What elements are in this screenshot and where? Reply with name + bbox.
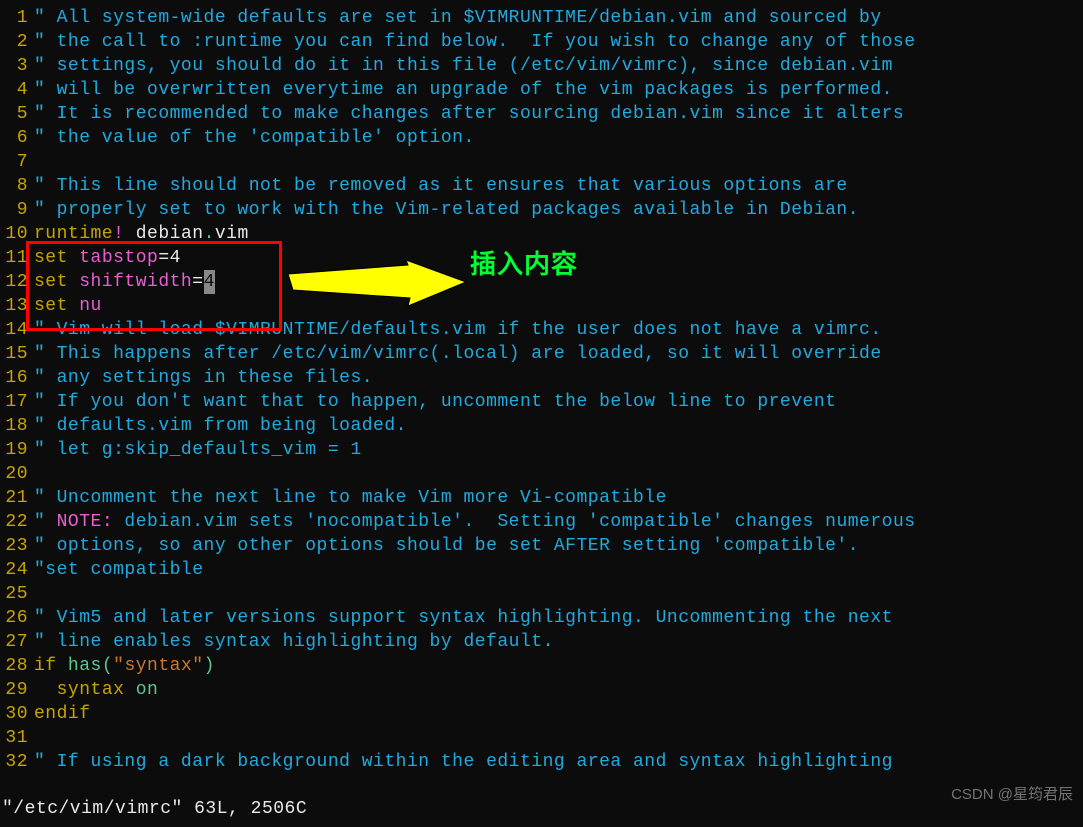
line-number: 8 [0, 174, 28, 198]
code-line[interactable]: 24"set compatible [0, 558, 1083, 582]
code-content [28, 150, 34, 174]
code-line[interactable]: 27" line enables syntax highlighting by … [0, 630, 1083, 654]
code-line[interactable]: 4" will be overwritten everytime an upgr… [0, 78, 1083, 102]
code-content: " It is recommended to make changes afte… [28, 102, 904, 126]
line-number: 31 [0, 726, 28, 750]
code-content: runtime! debian.vim [28, 222, 249, 246]
line-number: 29 [0, 678, 28, 702]
code-content: " Vim5 and later versions support syntax… [28, 606, 893, 630]
line-number: 12 [0, 270, 28, 294]
code-content: " Vim will load $VIMRUNTIME/defaults.vim… [28, 318, 882, 342]
line-number: 17 [0, 390, 28, 414]
line-number: 23 [0, 534, 28, 558]
code-line[interactable]: 11set tabstop=4 [0, 246, 1083, 270]
line-number: 9 [0, 198, 28, 222]
code-line[interactable]: 16" any settings in these files. [0, 366, 1083, 390]
code-line[interactable]: 18" defaults.vim from being loaded. [0, 414, 1083, 438]
line-number: 5 [0, 102, 28, 126]
code-content: " settings, you should do it in this fil… [28, 54, 893, 78]
code-line[interactable]: 25 [0, 582, 1083, 606]
code-content: " let g:skip_defaults_vim = 1 [28, 438, 362, 462]
code-line[interactable]: 32" If using a dark background within th… [0, 750, 1083, 774]
code-line[interactable]: 5" It is recommended to make changes aft… [0, 102, 1083, 126]
line-number: 13 [0, 294, 28, 318]
code-line[interactable]: 21" Uncomment the next line to make Vim … [0, 486, 1083, 510]
line-number: 20 [0, 462, 28, 486]
code-content: " properly set to work with the Vim-rela… [28, 198, 859, 222]
code-content [28, 726, 34, 750]
code-content: " NOTE: debian.vim sets 'nocompatible'. … [28, 510, 916, 534]
code-content: " If you don't want that to happen, unco… [28, 390, 836, 414]
code-line[interactable]: 30endif [0, 702, 1083, 726]
code-content: syntax on [28, 678, 158, 702]
watermark-text: CSDN @星筠君辰 [951, 783, 1073, 807]
code-line[interactable]: 8" This line should not be removed as it… [0, 174, 1083, 198]
code-line[interactable]: 12set shiftwidth=4 [0, 270, 1083, 294]
code-content: endif [28, 702, 91, 726]
code-content: " any settings in these files. [28, 366, 373, 390]
line-number: 14 [0, 318, 28, 342]
line-number: 3 [0, 54, 28, 78]
line-number: 7 [0, 150, 28, 174]
code-content: " defaults.vim from being loaded. [28, 414, 407, 438]
line-number: 25 [0, 582, 28, 606]
line-number: 27 [0, 630, 28, 654]
code-line[interactable]: 23" options, so any other options should… [0, 534, 1083, 558]
line-number: 15 [0, 342, 28, 366]
code-content: " Uncomment the next line to make Vim mo… [28, 486, 667, 510]
code-content: " the value of the 'compatible' option. [28, 126, 475, 150]
code-content: " options, so any other options should b… [28, 534, 859, 558]
line-number: 32 [0, 750, 28, 774]
vim-status-line: "/etc/vim/vimrc" 63L, 2506C [2, 797, 307, 821]
code-content: " the call to :runtime you can find belo… [28, 30, 916, 54]
line-number: 26 [0, 606, 28, 630]
line-number: 16 [0, 366, 28, 390]
line-number: 30 [0, 702, 28, 726]
code-line[interactable]: 1" All system-wide defaults are set in $… [0, 6, 1083, 30]
code-line[interactable]: 31 [0, 726, 1083, 750]
code-line[interactable]: 28if has("syntax") [0, 654, 1083, 678]
line-number: 18 [0, 414, 28, 438]
code-line[interactable]: 3" settings, you should do it in this fi… [0, 54, 1083, 78]
code-content: if has("syntax") [28, 654, 215, 678]
line-number: 11 [0, 246, 28, 270]
code-content: " will be overwritten everytime an upgra… [28, 78, 893, 102]
code-line[interactable]: 7 [0, 150, 1083, 174]
line-number: 28 [0, 654, 28, 678]
line-number: 1 [0, 6, 28, 30]
code-content: " All system-wide defaults are set in $V… [28, 6, 882, 30]
vim-editor[interactable]: 1" All system-wide defaults are set in $… [0, 6, 1083, 774]
code-line[interactable]: 13set nu [0, 294, 1083, 318]
line-number: 21 [0, 486, 28, 510]
code-content [28, 582, 34, 606]
line-number: 4 [0, 78, 28, 102]
code-content: " This happens after /etc/vim/vimrc(.loc… [28, 342, 882, 366]
code-line[interactable]: 19" let g:skip_defaults_vim = 1 [0, 438, 1083, 462]
code-content: " If using a dark background within the … [28, 750, 893, 774]
code-line[interactable]: 20 [0, 462, 1083, 486]
code-content [28, 462, 34, 486]
code-line[interactable]: 26" Vim5 and later versions support synt… [0, 606, 1083, 630]
code-line[interactable]: 22" NOTE: debian.vim sets 'nocompatible'… [0, 510, 1083, 534]
line-number: 10 [0, 222, 28, 246]
code-line[interactable]: 6" the value of the 'compatible' option. [0, 126, 1083, 150]
code-content: " line enables syntax highlighting by de… [28, 630, 554, 654]
line-number: 24 [0, 558, 28, 582]
line-number: 22 [0, 510, 28, 534]
line-number: 6 [0, 126, 28, 150]
code-line[interactable]: 29 syntax on [0, 678, 1083, 702]
code-line[interactable]: 14" Vim will load $VIMRUNTIME/defaults.v… [0, 318, 1083, 342]
code-line[interactable]: 2" the call to :runtime you can find bel… [0, 30, 1083, 54]
code-content: set shiftwidth=4 [28, 270, 215, 294]
code-content: "set compatible [28, 558, 204, 582]
code-line[interactable]: 15" This happens after /etc/vim/vimrc(.l… [0, 342, 1083, 366]
code-content: set tabstop=4 [28, 246, 181, 270]
code-content: set nu [28, 294, 102, 318]
code-content: " This line should not be removed as it … [28, 174, 848, 198]
line-number: 19 [0, 438, 28, 462]
line-number: 2 [0, 30, 28, 54]
code-line[interactable]: 10runtime! debian.vim [0, 222, 1083, 246]
code-line[interactable]: 9" properly set to work with the Vim-rel… [0, 198, 1083, 222]
code-line[interactable]: 17" If you don't want that to happen, un… [0, 390, 1083, 414]
